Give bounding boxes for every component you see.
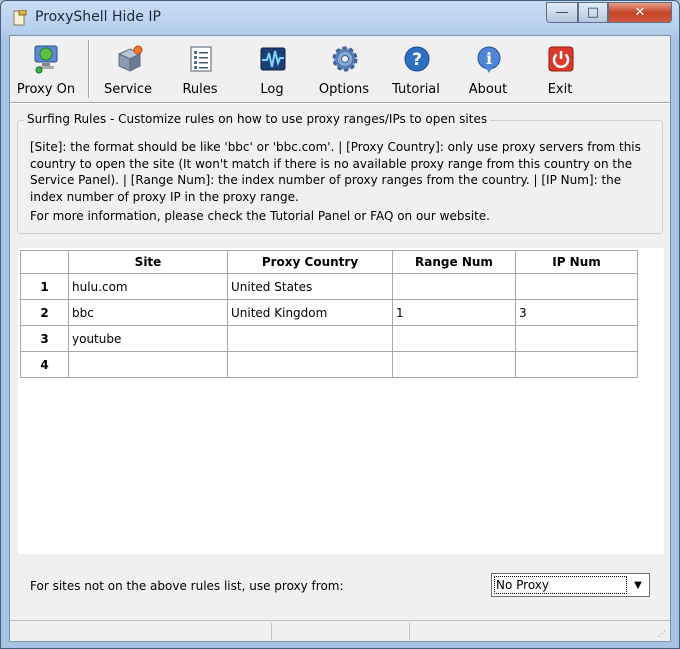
cell-proxy-country[interactable]: United Kingdom <box>227 299 393 326</box>
cell-range-num[interactable]: 1 <box>392 299 516 326</box>
toolbar-label: Exit <box>547 82 573 97</box>
help-icon: ? <box>404 46 430 72</box>
minimize-icon: — <box>555 5 569 20</box>
header-range-num[interactable]: Range Num <box>392 250 516 274</box>
cell-site[interactable]: hulu.com <box>68 273 228 300</box>
svg-text:?: ? <box>412 50 422 70</box>
globe-network-icon <box>34 45 58 74</box>
cell-range-num[interactable] <box>392 351 516 378</box>
rules-grid-area: Site Proxy Country Range Num IP Num 1 hu… <box>18 248 664 554</box>
toolbar: Proxy On Service Rules Log Options ? Tut… <box>10 36 670 102</box>
row-number[interactable]: 2 <box>20 299 69 326</box>
header-site[interactable]: Site <box>68 250 228 274</box>
grid-header-row: Site Proxy Country Range Num IP Num <box>20 250 638 274</box>
maximize-button[interactable]: □ <box>578 2 608 23</box>
cell-site[interactable]: youtube <box>68 325 228 352</box>
toolbar-label: Log <box>260 82 284 97</box>
tutorial-button[interactable]: ? Tutorial <box>381 42 451 100</box>
default-proxy-label: For sites not on the above rules list, u… <box>30 579 344 593</box>
rules-description: [Site]: the format should be like 'bbc' … <box>30 140 641 204</box>
log-pulse-icon <box>260 47 286 71</box>
header-corner <box>20 250 69 274</box>
cell-proxy-country[interactable] <box>227 325 393 352</box>
exit-button[interactable]: Exit <box>525 42 595 100</box>
cell-ip-num[interactable] <box>515 273 638 300</box>
toolbar-label: Service <box>103 82 153 97</box>
status-bar: ⋰ <box>10 620 670 641</box>
toolbar-label: Proxy On <box>16 82 76 97</box>
default-proxy-select[interactable]: No Proxy ▼ <box>491 573 650 597</box>
table-row: 3 youtube <box>20 325 638 352</box>
resize-grip-icon[interactable]: ⋰ <box>658 629 668 639</box>
info-icon: i <box>477 46 501 73</box>
power-icon <box>548 46 574 72</box>
more-info-text: For more information, please check the T… <box>30 209 490 223</box>
title-bar[interactable]: ProxyShell Hide IP — □ ✕ <box>1 1 679 35</box>
toolbar-label: Rules <box>182 82 218 97</box>
rules-list-icon <box>190 46 212 72</box>
table-row: 2 bbc United Kingdom 1 3 <box>20 299 638 326</box>
cell-site[interactable]: bbc <box>68 299 228 326</box>
toolbar-separator <box>88 40 90 98</box>
cell-range-num[interactable] <box>392 325 516 352</box>
window-title: ProxyShell Hide IP <box>35 9 161 25</box>
header-proxy-country[interactable]: Proxy Country <box>227 250 393 274</box>
status-panel <box>272 623 410 640</box>
rules-button[interactable]: Rules <box>165 42 235 100</box>
row-number[interactable]: 3 <box>20 325 69 352</box>
chevron-down-icon[interactable]: ▼ <box>629 576 647 594</box>
cell-proxy-country[interactable] <box>227 351 393 378</box>
toolbar-label: Options <box>318 82 370 97</box>
service-button[interactable]: Service <box>93 42 163 100</box>
cell-ip-num[interactable]: 3 <box>515 299 638 326</box>
about-button[interactable]: i About <box>453 42 523 100</box>
rules-grid: Site Proxy Country Range Num IP Num 1 hu… <box>20 250 638 378</box>
cell-range-num[interactable] <box>392 273 516 300</box>
cell-site[interactable] <box>68 351 228 378</box>
service-box-icon <box>117 45 143 72</box>
log-button[interactable]: Log <box>237 42 307 100</box>
header-ip-num[interactable]: IP Num <box>515 250 638 274</box>
cell-ip-num[interactable] <box>515 325 638 352</box>
svg-text:i: i <box>486 49 492 68</box>
toolbar-divider <box>10 102 670 104</box>
proxy-on-button[interactable]: Proxy On <box>11 42 81 100</box>
group-title: Surfing Rules - Customize rules on how t… <box>24 112 491 126</box>
toolbar-label: Tutorial <box>392 82 440 97</box>
default-proxy-value: No Proxy <box>494 576 627 594</box>
row-number[interactable]: 1 <box>20 273 69 300</box>
close-button[interactable]: ✕ <box>608 2 672 23</box>
cell-ip-num[interactable] <box>515 351 638 378</box>
options-button[interactable]: Options <box>309 42 379 100</box>
status-panel <box>10 623 272 640</box>
client-area: Proxy On Service Rules Log Options ? Tut… <box>9 35 671 642</box>
minimize-button[interactable]: — <box>546 2 578 23</box>
app-window: ProxyShell Hide IP — □ ✕ Proxy On Servic… <box>0 0 680 649</box>
gear-icon <box>332 46 358 72</box>
app-icon <box>13 10 27 26</box>
cell-proxy-country[interactable]: United States <box>227 273 393 300</box>
row-number[interactable]: 4 <box>20 351 69 378</box>
table-row: 4 <box>20 351 638 378</box>
table-row: 1 hulu.com United States <box>20 273 638 300</box>
maximize-icon: □ <box>586 5 600 20</box>
toolbar-label: About <box>468 82 508 97</box>
close-icon: ✕ <box>634 5 646 20</box>
